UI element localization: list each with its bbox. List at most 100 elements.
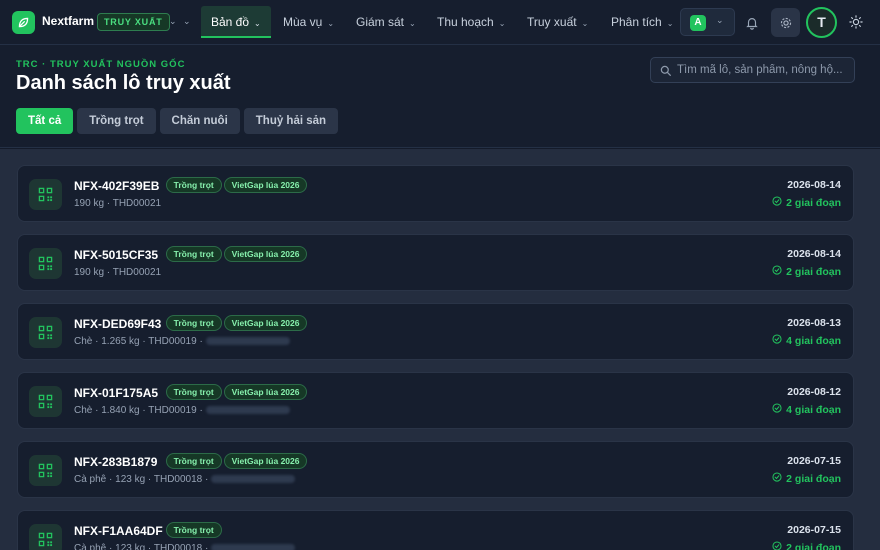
batch-stages: 2 giai đoạn [772, 472, 841, 485]
qr-code-icon [29, 179, 62, 210]
redacted-name [211, 475, 296, 484]
leaf-logo-icon[interactable] [12, 11, 35, 34]
org-switcher[interactable]: A ⌄ [680, 8, 735, 36]
redacted-name [205, 406, 290, 415]
redacted-name [211, 544, 296, 550]
batch-stages: 4 giai đoạn [772, 403, 841, 416]
category-tabs: Tất cả Trồng trọt Chăn nuôi Thuỷ hải sản [16, 108, 339, 134]
certification-pill: VietGap lúa 2026 [223, 177, 308, 193]
page-title: Danh sách lô truy xuất [16, 72, 231, 94]
qr-code-icon [29, 386, 62, 417]
batch-meta-text: Chè · 1.840 kg · THD00019 · [74, 405, 203, 416]
batch-code: NFX-F1AA64DF [74, 524, 163, 538]
batch-meta: Chè · 1.265 kg · THD00019 · [74, 336, 290, 347]
nav-item-mua-vu[interactable]: Mùa vụ ⌄ [273, 6, 344, 38]
org-avatar: A [690, 15, 706, 31]
batch-stages: 2 giai đoạn [772, 196, 841, 209]
bell-icon[interactable] [741, 12, 763, 34]
qr-code-icon [29, 248, 62, 279]
check-circle-icon [772, 196, 782, 209]
page-eyebrow: TRC · TRUY XUẤT NGUỒN GỐC [16, 59, 186, 70]
brand-name: Nextfarm [42, 14, 95, 28]
qr-code-icon [29, 524, 62, 550]
check-circle-icon [772, 334, 782, 347]
module-chevron-icon[interactable]: ⌄ [169, 16, 177, 27]
batch-meta-text: 190 kg · THD00021 [74, 198, 162, 209]
certification-pill: VietGap lúa 2026 [223, 453, 308, 469]
batch-card[interactable]: NFX-01F175A5 Trồng trọt VietGap lúa 2026 Ch… [17, 372, 854, 429]
batch-stages: 2 giai đoạn [772, 265, 841, 278]
batch-code: NFX-402F39EB [74, 179, 160, 193]
category-pill: Trồng trọt [165, 453, 222, 469]
batch-meta: Cà phê · 123 kg · THD00018 · [74, 474, 296, 485]
check-circle-icon [772, 403, 782, 416]
stages-label: 2 giai đoạn [786, 196, 841, 209]
check-circle-icon [772, 541, 782, 550]
user-avatar[interactable]: T [806, 7, 837, 38]
batch-date: 2026-08-14 [787, 179, 841, 191]
qr-code-icon [29, 317, 62, 348]
batch-meta-text: Cà phê · 123 kg · THD00018 · [74, 543, 209, 550]
batch-code: NFX-5015CF35 [74, 248, 159, 262]
tab-chan-nuoi[interactable]: Chăn nuôi [159, 108, 240, 134]
batch-date: 2026-07-15 [787, 524, 841, 536]
nav-item-giam-sat[interactable]: Giám sát ⌄ [346, 6, 426, 38]
certification-pill: VietGap lúa 2026 [223, 384, 308, 400]
batch-code: NFX-01F175A5 [74, 386, 159, 400]
module-chevron-icon-2[interactable]: ⌄ [183, 16, 191, 27]
search-input[interactable] [677, 58, 851, 82]
batch-date: 2026-08-14 [787, 248, 841, 260]
search-box[interactable] [650, 57, 855, 83]
stages-label: 4 giai đoạn [786, 334, 841, 347]
batch-card[interactable]: NFX-402F39EB Trồng trọt VietGap lúa 2026 19… [17, 165, 854, 222]
nav-item-truy-xuat[interactable]: Truy xuất ⌄ [517, 6, 598, 38]
category-pill: Trồng trọt [165, 177, 222, 193]
batch-date: 2026-07-15 [787, 455, 841, 467]
category-pill: Trồng trọt [165, 246, 222, 262]
batch-card[interactable]: NFX-283B1879 Trồng trọt VietGap lúa 2026 Cà… [17, 441, 854, 498]
batch-meta: Chè · 1.840 kg · THD00019 · [74, 405, 290, 416]
tab-trong-trot[interactable]: Trồng trọt [77, 108, 156, 134]
chevron-down-icon: ⌄ [716, 15, 724, 25]
batch-date: 2026-08-13 [787, 317, 841, 329]
batch-date: 2026-08-12 [787, 386, 841, 398]
category-pill: Trồng trọt [165, 315, 222, 331]
tab-thuy-hai-san[interactable]: Thuỷ hải sản [243, 108, 339, 134]
nav-item-ban-do[interactable]: Bản đồ ⌄ [201, 6, 271, 38]
batch-stages: 4 giai đoạn [772, 334, 841, 347]
batch-card[interactable]: NFX-5015CF35 Trồng trọt VietGap lúa 2026 19… [17, 234, 854, 291]
stages-label: 2 giai đoạn [786, 541, 841, 550]
stages-label: 2 giai đoạn [786, 265, 841, 278]
category-pill: Trồng trọt [165, 384, 222, 400]
redacted-name [205, 337, 290, 346]
batch-list: NFX-402F39EB Trồng trọt VietGap lúa 2026 19… [0, 149, 880, 550]
batch-meta-text: Cà phê · 123 kg · THD00018 · [74, 474, 209, 485]
batch-card[interactable]: NFX-DED69F43 Trồng trọt VietGap lúa 2026 Ch… [17, 303, 854, 360]
stages-label: 2 giai đoạn [786, 472, 841, 485]
nav-item-phan-tich[interactable]: Phân tích ⌄ [601, 6, 683, 38]
batch-stages: 2 giai đoạn [772, 541, 841, 550]
check-circle-icon [772, 265, 782, 278]
top-nav: Nextfarm TRUY XUẤT ⌄ ⌄ Bản đồ ⌄ Mùa vụ ⌄ G… [0, 0, 880, 45]
tab-all[interactable]: Tất cả [16, 108, 74, 134]
sun-icon[interactable] [846, 12, 866, 32]
certification-pill: VietGap lúa 2026 [223, 246, 308, 262]
batch-code: NFX-283B1879 [74, 455, 158, 469]
batch-card[interactable]: NFX-F1AA64DF Trồng trọt Cà phê · 123 kg · … [17, 510, 854, 550]
check-circle-icon [772, 472, 782, 485]
batch-meta-text: Chè · 1.265 kg · THD00019 · [74, 336, 203, 347]
module-badge: TRUY XUẤT [97, 13, 170, 31]
page-header: TRC · TRUY XUẤT NGUỒN GỐC Danh sách lô t… [0, 45, 880, 148]
nav-item-thu-hoach[interactable]: Thu hoạch ⌄ [427, 6, 515, 38]
qr-code-icon [29, 455, 62, 486]
batch-meta: 190 kg · THD00021 [74, 267, 161, 278]
stages-label: 4 giai đoạn [786, 403, 841, 416]
batch-meta: Cà phê · 123 kg · THD00018 · [74, 543, 296, 550]
batch-code: NFX-DED69F43 [74, 317, 162, 331]
gear-icon[interactable] [771, 8, 800, 37]
search-icon [660, 65, 671, 76]
certification-pill: VietGap lúa 2026 [223, 315, 308, 331]
batch-meta: 190 kg · THD00021 [74, 198, 161, 209]
category-pill: Trồng trọt [165, 522, 222, 538]
batch-meta-text: 190 kg · THD00021 [74, 267, 162, 278]
